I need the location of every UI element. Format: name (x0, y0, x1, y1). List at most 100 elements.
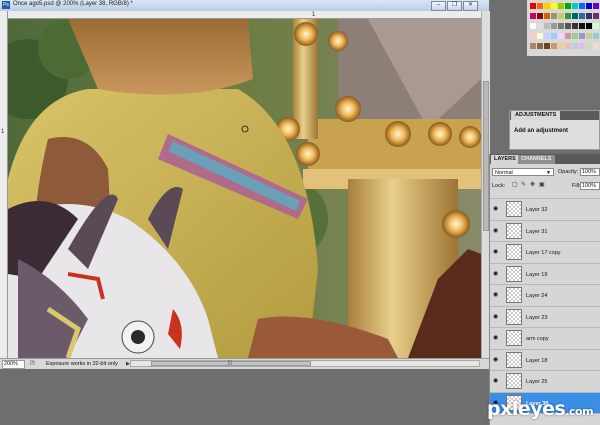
minimize-button[interactable]: – (431, 1, 446, 11)
color-swatch[interactable] (579, 43, 585, 49)
visibility-eye-icon[interactable]: ◉ (493, 314, 500, 320)
layer-thumbnail[interactable] (506, 287, 522, 303)
color-swatch[interactable] (586, 43, 592, 49)
layer-row[interactable]: ◉ Layer 25 (490, 371, 600, 393)
color-swatch[interactable] (579, 13, 585, 19)
lock-move-icon[interactable]: ✥ (530, 182, 536, 188)
layer-name[interactable]: Layer 31 (526, 229, 547, 235)
color-swatch[interactable] (565, 13, 571, 19)
color-swatch[interactable] (558, 33, 564, 39)
color-swatch[interactable] (530, 43, 536, 49)
visibility-eye-icon[interactable]: ◉ (493, 378, 500, 384)
image-canvas[interactable] (8, 19, 481, 358)
color-swatch[interactable] (586, 3, 592, 9)
layer-thumbnail[interactable] (506, 351, 522, 368)
color-swatch[interactable] (593, 23, 599, 29)
layer-row[interactable]: ◉ Layer 18 (490, 350, 600, 371)
layer-name[interactable]: Layer 24 (526, 293, 547, 299)
layer-name[interactable]: Layer 18 (526, 358, 547, 364)
color-swatch[interactable] (586, 23, 592, 29)
layer-list[interactable]: ◉ Layer 32 ◉ Layer 31 ◉ Layer 17 copy ◉ Layer 1… (490, 192, 600, 425)
color-swatch[interactable] (572, 43, 578, 49)
color-swatch[interactable] (565, 3, 571, 9)
layer-row[interactable]: ◉ Layer 24 (490, 285, 600, 307)
visibility-eye-icon[interactable]: ◉ (493, 357, 500, 363)
color-swatch[interactable] (537, 13, 543, 19)
color-swatch[interactable] (537, 23, 543, 29)
color-swatch[interactable] (558, 23, 564, 29)
color-swatch[interactable] (565, 43, 571, 49)
layer-thumbnail[interactable] (506, 244, 522, 260)
lock-brush-icon[interactable]: ✎ (521, 182, 527, 188)
horizontal-scrollbar[interactable]: ||| (130, 360, 480, 367)
color-swatch[interactable] (586, 33, 592, 39)
color-swatch[interactable] (530, 33, 536, 39)
color-swatch[interactable] (551, 13, 557, 19)
color-swatch[interactable] (537, 43, 543, 49)
layer-row[interactable]: ◉ Layer 23 (490, 307, 600, 328)
lock-all-icon[interactable]: ▣ (539, 182, 545, 188)
color-swatch[interactable] (537, 3, 543, 9)
layer-thumbnail[interactable] (506, 265, 522, 282)
visibility-eye-icon[interactable]: ◉ (493, 271, 500, 277)
color-swatch[interactable] (565, 23, 571, 29)
layer-row[interactable]: ◉ Layer 17 copy (490, 242, 600, 264)
status-info[interactable]: Exposure works in 32-bit only (46, 361, 118, 367)
visibility-eye-icon[interactable]: ◉ (493, 335, 500, 341)
layer-row-partial[interactable] (490, 192, 600, 199)
layer-thumbnail[interactable] (506, 330, 522, 346)
color-swatch[interactable] (558, 3, 564, 9)
tab-adjustments[interactable]: ADJUSTMENTS (511, 111, 561, 120)
horizontal-ruler[interactable]: 1 (7, 11, 481, 19)
layer-name[interactable]: Layer 19 (526, 272, 547, 278)
layer-name[interactable]: Layer 25 (526, 379, 547, 385)
color-swatch[interactable] (551, 23, 557, 29)
color-swatch[interactable] (551, 33, 557, 39)
color-swatch[interactable] (558, 13, 564, 19)
tab-layers[interactable]: LAYERS (491, 155, 519, 164)
color-swatch[interactable] (530, 13, 536, 19)
status-menu-icon[interactable]: ◳ (30, 360, 35, 366)
layer-row[interactable]: ◉ Layer 32 (490, 199, 600, 221)
blend-mode-select[interactable]: Normal ▼ (492, 168, 554, 176)
color-swatch[interactable] (530, 23, 536, 29)
layer-thumbnail[interactable] (506, 201, 522, 217)
color-swatch[interactable] (544, 33, 550, 39)
visibility-eye-icon[interactable]: ◉ (493, 206, 500, 212)
color-swatch[interactable] (579, 23, 585, 29)
color-swatch[interactable] (572, 33, 578, 39)
color-swatch[interactable] (544, 13, 550, 19)
opacity-field[interactable]: 100% (580, 168, 600, 176)
color-swatch[interactable] (572, 3, 578, 9)
layer-thumbnail[interactable] (506, 222, 522, 239)
horizontal-scroll-thumb[interactable]: ||| (151, 360, 311, 366)
layer-row[interactable]: ◉ Layer 31 (490, 221, 600, 242)
color-swatch[interactable] (586, 13, 592, 19)
color-swatch[interactable] (565, 33, 571, 39)
visibility-eye-icon[interactable]: ◉ (493, 249, 500, 255)
color-swatch[interactable] (537, 33, 543, 39)
color-swatch[interactable] (544, 43, 550, 49)
layer-name[interactable]: arm copy (526, 336, 549, 342)
layer-name[interactable]: Layer 23 (526, 315, 547, 321)
color-swatch[interactable] (593, 3, 599, 9)
layer-thumbnail[interactable] (506, 373, 522, 389)
layer-row[interactable]: ◉ arm copy (490, 328, 600, 350)
color-swatch[interactable] (558, 43, 564, 49)
visibility-eye-icon[interactable]: ◉ (493, 292, 500, 298)
tab-channels[interactable]: CHANNELS (518, 155, 555, 164)
color-swatch[interactable] (551, 43, 557, 49)
zoom-field[interactable]: 200% (2, 360, 25, 369)
restore-button[interactable]: ❐ (447, 1, 462, 11)
color-swatch[interactable] (593, 43, 599, 49)
color-swatch[interactable] (544, 23, 550, 29)
color-swatch[interactable] (551, 3, 557, 9)
color-swatch[interactable] (579, 33, 585, 39)
color-swatch[interactable] (530, 3, 536, 9)
color-swatch[interactable] (593, 33, 599, 39)
fill-field[interactable]: 100% (580, 182, 600, 190)
close-button[interactable]: ✕ (463, 1, 478, 11)
layer-name[interactable]: Layer 32 (526, 207, 547, 213)
color-swatch[interactable] (579, 3, 585, 9)
lock-transparent-icon[interactable]: ▢ (512, 182, 518, 188)
